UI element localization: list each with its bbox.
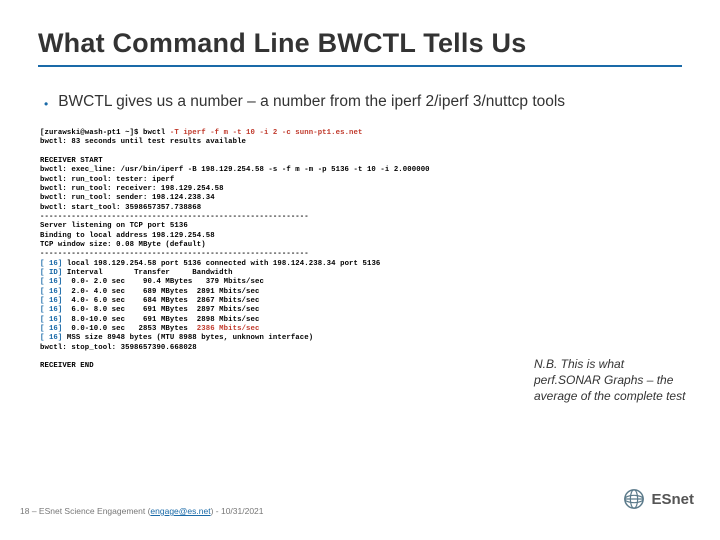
footer-prefix: 18 – ESnet Science Engagement ( [20, 506, 150, 516]
line-id: [ 16] [40, 325, 62, 333]
line: bwctl: run_tool: sender: 198.124.238.34 [40, 194, 215, 202]
bullet-text: BWCTL gives us a number – a number from … [58, 93, 565, 111]
line: bwctl: exec_line: /usr/bin/iperf -B 198.… [40, 166, 430, 174]
line: Server listening on TCP port 5136 [40, 222, 188, 230]
line: bwctl: 83 seconds until test results ava… [40, 138, 246, 146]
line: [zurawski@wash-pt1 ~]$ bwctl [40, 129, 170, 137]
line: bwctl: stop_tool: 3598657390.668028 [40, 344, 197, 352]
title-rule [38, 65, 682, 67]
globe-icon [623, 488, 645, 510]
bullet-marker: • [44, 93, 48, 115]
line: bwctl: run_tool: tester: iperf [40, 176, 174, 184]
line-highlight: -T iperf -f m -t 10 -i 2 -c sunn-pt1.es.… [170, 129, 363, 137]
line: 8.0-10.0 sec 691 MBytes 2898 Mbits/sec [62, 316, 259, 324]
line-id: [ ID] [40, 269, 62, 277]
line: 0.0-10.0 sec 2853 MBytes [62, 325, 196, 333]
page-title: What Command Line BWCTL Tells Us [38, 28, 682, 59]
line: ----------------------------------------… [40, 213, 309, 221]
line-id: [ 16] [40, 297, 62, 305]
line: 6.0- 8.0 sec 691 MBytes 2897 Mbits/sec [62, 306, 259, 314]
line: 0.0- 2.0 sec 90.4 MBytes 379 Mbits/sec [62, 278, 264, 286]
line-highlight: 2386 Mbits/sec [197, 325, 260, 333]
line-id: [ 16] [40, 288, 62, 296]
footer: 18 – ESnet Science Engagement (engage@es… [20, 506, 264, 516]
line-id: [ 16] [40, 334, 62, 342]
footer-suffix: ) - 10/31/2021 [211, 506, 264, 516]
esnet-logo: ESnet [623, 488, 694, 510]
line-id: [ 16] [40, 278, 62, 286]
line: Binding to local address 198.129.254.58 [40, 232, 215, 240]
line: ----------------------------------------… [40, 250, 309, 258]
line: RECEIVER START [40, 157, 103, 165]
slide: What Command Line BWCTL Tells Us • BWCTL… [0, 0, 720, 540]
line: bwctl: start_tool: 3598657357.738868 [40, 204, 201, 212]
line: Interval Transfer Bandwidth [62, 269, 232, 277]
bullet-row: • BWCTL gives us a number – a number fro… [44, 93, 682, 115]
line: 4.0- 6.0 sec 684 MBytes 2867 Mbits/sec [62, 297, 259, 305]
logo-text: ESnet [651, 491, 694, 508]
line: 2.0- 4.0 sec 689 MBytes 2891 Mbits/sec [62, 288, 259, 296]
line: bwctl: run_tool: receiver: 198.129.254.5… [40, 185, 224, 193]
line: TCP window size: 0.08 MByte (default) [40, 241, 206, 249]
footer-email-link[interactable]: engage@es.net [150, 506, 210, 516]
line-id: [ 16] [40, 316, 62, 324]
side-note: N.B. This is what perf.SONAR Graphs – th… [534, 356, 694, 405]
line: RECEIVER END [40, 362, 94, 370]
line: MSS size 8948 bytes (MTU 8988 bytes, unk… [62, 334, 313, 342]
line-id: [ 16] [40, 260, 62, 268]
line-id: [ 16] [40, 306, 62, 314]
terminal-output: [zurawski@wash-pt1 ~]$ bwctl -T iperf -f… [40, 129, 682, 372]
line: local 198.129.254.58 port 5136 connected… [62, 260, 380, 268]
